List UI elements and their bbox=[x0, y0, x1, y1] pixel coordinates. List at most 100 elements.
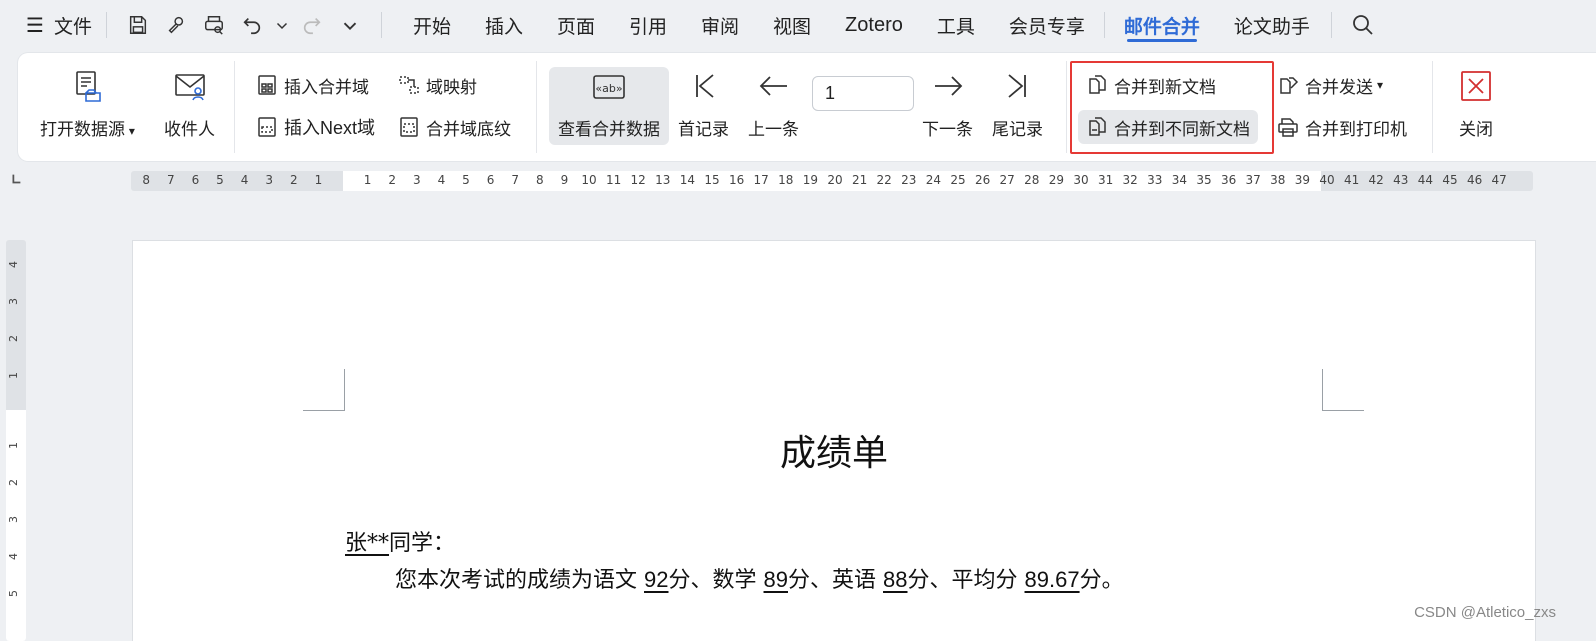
redo-icon[interactable] bbox=[295, 10, 329, 40]
ruler-tick: 17 bbox=[753, 173, 769, 187]
close-button[interactable]: 关闭 bbox=[1459, 69, 1493, 140]
merge-send-button[interactable]: 合并发送 ▾ bbox=[1277, 70, 1383, 100]
insert-next-field-button[interactable]: 插入Next域 bbox=[256, 112, 375, 142]
score-line: 您本次考试的成绩为语文 92分、数学 89分、英语 88分、平均分 89.67分… bbox=[395, 562, 1124, 594]
save-icon[interactable] bbox=[121, 10, 155, 40]
tab-tools[interactable]: 工具 bbox=[920, 0, 992, 50]
ruler-tick: 4 bbox=[7, 261, 20, 268]
more-dropdown-icon[interactable] bbox=[333, 10, 367, 40]
horizontal-ruler[interactable]: 8 7 6 5 4 3 2 1 1 2 3 4 5 6 7 8 9 10 11 12 13 14 15 16 17 18 19 20 2… bbox=[131, 171, 1533, 191]
watermark: CSDN @Atletico_zxs bbox=[1414, 604, 1556, 621]
ruler-tick: 2 bbox=[7, 479, 20, 486]
field-shading-label: 合并域底纹 bbox=[426, 119, 511, 140]
record-number-input[interactable] bbox=[812, 76, 914, 111]
ruler-tick: 32 bbox=[1122, 173, 1138, 187]
ruler-tick: 27 bbox=[999, 173, 1015, 187]
tab-member[interactable]: 会员专享 bbox=[992, 0, 1102, 50]
document-page[interactable]: 成绩单 张**同学： 您本次考试的成绩为语文 92分、数学 89分、英语 88分… bbox=[133, 241, 1535, 641]
quick-access-toolbar bbox=[121, 10, 367, 40]
document-title: 成绩单 bbox=[779, 433, 888, 474]
undo-dropdown-icon[interactable] bbox=[273, 10, 291, 40]
ruler-tick: 11 bbox=[605, 173, 622, 187]
first-record-button[interactable]: 首记录 bbox=[678, 69, 729, 140]
menu-divider bbox=[1103, 12, 1105, 38]
ruler-tick: 20 bbox=[827, 173, 843, 187]
ruler-tick: 3 bbox=[7, 298, 20, 305]
ruler-tick: 47 bbox=[1491, 173, 1507, 187]
ruler-tick: 35 bbox=[1196, 173, 1212, 187]
salutation-line: 张**同学： bbox=[345, 525, 455, 557]
ruler-tick: 22 bbox=[876, 173, 892, 187]
ruler-tick: 13 bbox=[655, 173, 671, 187]
field-shading-icon bbox=[400, 117, 418, 137]
last-record-button[interactable]: 尾记录 bbox=[992, 69, 1043, 140]
insert-merge-field-label: 插入合并域 bbox=[284, 77, 369, 98]
merge-to-printer-button[interactable]: 合并到打印机 bbox=[1277, 112, 1407, 142]
hamburger-icon: ☰ bbox=[26, 13, 44, 37]
print-preview-icon[interactable] bbox=[197, 10, 231, 40]
ruler-tick: 1 bbox=[7, 442, 20, 449]
ruler-tick: 3 bbox=[412, 173, 421, 187]
tab-references[interactable]: 引用 bbox=[612, 0, 684, 50]
ruler-tick: 7 bbox=[166, 173, 175, 187]
insert-merge-field-button[interactable]: 插入合并域 bbox=[256, 70, 369, 100]
data-source-icon bbox=[76, 71, 102, 102]
tab-thesis-assistant[interactable]: 论文助手 bbox=[1217, 0, 1327, 50]
view-data-icon: «ab» bbox=[593, 75, 625, 99]
ruler-tick: 1 bbox=[314, 173, 323, 187]
chevron-down-icon: ▾ bbox=[125, 124, 135, 138]
ribbon-divider bbox=[536, 61, 537, 153]
file-menu[interactable]: ☰ 文件 bbox=[26, 12, 92, 39]
svg-text:«ab»: «ab» bbox=[595, 82, 622, 95]
open-data-source-button[interactable]: 打开数据源 ▾ bbox=[40, 69, 135, 140]
score-separator: 分、平均分 bbox=[907, 568, 1018, 593]
format-painter-icon[interactable] bbox=[159, 10, 193, 40]
tab-zotero[interactable]: Zotero bbox=[828, 0, 920, 50]
field-shading-button[interactable]: 合并域底纹 bbox=[398, 112, 511, 142]
insert-next-field-label: 插入Next域 bbox=[284, 118, 376, 138]
score-separator: 分、数学 bbox=[668, 568, 757, 593]
menu-divider bbox=[1330, 12, 1332, 38]
menu-bar: ☰ 文件 开始 插入 页面 引用 审阅 视图 Zotero 工具 会员专享 邮件… bbox=[0, 0, 1596, 50]
ruler-tick: 5 bbox=[7, 590, 20, 597]
next-record-label: 下一条 bbox=[922, 120, 973, 140]
tab-review[interactable]: 审阅 bbox=[684, 0, 756, 50]
merge-to-printer-label: 合并到打印机 bbox=[1305, 119, 1407, 140]
tab-mail-merge[interactable]: 邮件合并 bbox=[1107, 0, 1217, 50]
previous-record-button[interactable]: 上一条 bbox=[748, 69, 799, 140]
tab-insert[interactable]: 插入 bbox=[468, 0, 540, 50]
field-mapping-button[interactable]: 域映射 bbox=[398, 70, 477, 100]
search-icon[interactable] bbox=[1348, 10, 1378, 40]
vertical-ruler[interactable]: 4 3 2 1 1 2 3 4 5 bbox=[6, 240, 26, 641]
ruler-tick: 25 bbox=[950, 173, 966, 187]
highlight-annotation bbox=[1070, 61, 1274, 154]
tab-stop-selector[interactable] bbox=[9, 172, 25, 188]
next-record-button[interactable]: 下一条 bbox=[922, 69, 973, 140]
recipients-button[interactable]: 收件人 bbox=[164, 69, 215, 140]
chinese-score-field: 92 bbox=[644, 567, 669, 592]
undo-icon[interactable] bbox=[235, 10, 269, 40]
ruler-tick: 29 bbox=[1048, 173, 1065, 187]
tab-home[interactable]: 开始 bbox=[396, 0, 468, 50]
ruler-tick: 43 bbox=[1393, 173, 1409, 187]
ruler-tick: 5 bbox=[216, 173, 224, 187]
salutation-text: 同学： bbox=[389, 531, 456, 556]
previous-record-label: 上一条 bbox=[748, 120, 799, 140]
merge-send-icon bbox=[1280, 77, 1299, 94]
first-record-label: 首记录 bbox=[678, 120, 729, 140]
field-mapping-icon bbox=[399, 76, 419, 94]
recipients-label: 收件人 bbox=[164, 120, 215, 140]
view-merged-data-button[interactable]: «ab» 查看合并数据 bbox=[549, 67, 669, 145]
score-intro-text: 您本次考试的成绩为语文 bbox=[395, 568, 638, 593]
menu-divider bbox=[105, 12, 107, 38]
printer-icon bbox=[1278, 118, 1298, 137]
ruler-tick: 5 bbox=[462, 173, 470, 187]
first-record-icon bbox=[695, 74, 714, 98]
ruler-tick: 38 bbox=[1270, 173, 1286, 187]
math-score-field: 89 bbox=[763, 567, 788, 592]
ruler-tick: 42 bbox=[1368, 173, 1384, 187]
tab-view[interactable]: 视图 bbox=[756, 0, 828, 50]
tab-page[interactable]: 页面 bbox=[540, 0, 612, 50]
ruler-tick: 15 bbox=[704, 173, 720, 187]
ruler-tick: 39 bbox=[1294, 173, 1311, 187]
